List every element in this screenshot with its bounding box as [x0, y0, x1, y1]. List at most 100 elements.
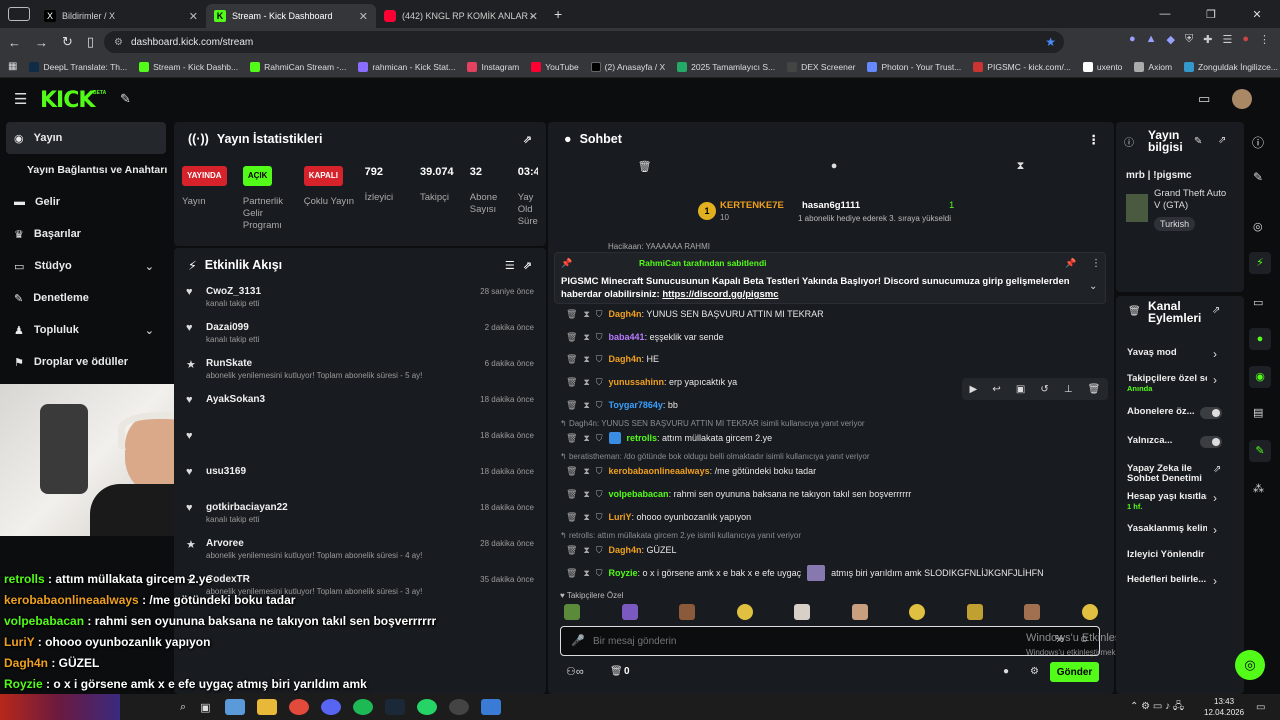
lightning-icon[interactable]: ⚡: [1249, 252, 1271, 274]
chat-message[interactable]: 🗑 ⧗ ⛉ LuriY: ohooo oyunbozanlık yapıyon: [566, 508, 751, 526]
chat-message[interactable]: 🗑 ⧗ ⛉ Dagh4n: HE: [566, 350, 659, 368]
emote-icon[interactable]: [564, 604, 580, 620]
bookmark-item[interactable]: DEX Screener: [787, 61, 855, 72]
emote-icon[interactable]: [736, 604, 753, 620]
chat-message-input[interactable]: [593, 632, 1013, 650]
hourglass-icon[interactable]: ⧗: [583, 466, 589, 477]
trash-icon[interactable]: 🗑: [566, 400, 577, 411]
trash-icon[interactable]: 🗑: [566, 545, 577, 556]
chat-message[interactable]: 🗑 ⧗ ⛉ volpebabacan: rahmi sen oyununa baksa…: [566, 485, 911, 503]
taskbar-widget[interactable]: [0, 694, 120, 720]
edit-icon[interactable]: ✎: [1253, 170, 1263, 184]
emote-icon[interactable]: [909, 604, 926, 620]
close-icon[interactable]: ✕: [529, 10, 538, 23]
channel-action-item[interactable]: İzleyici Yönlendir: [1127, 550, 1207, 560]
discord-icon[interactable]: [320, 699, 341, 715]
channel-action-item[interactable]: Yalnızca...: [1127, 436, 1207, 446]
chat-message[interactable]: 🗑 ⧗ ⛉ Toygar7864y: bb: [566, 396, 678, 414]
trash-icon[interactable]: 🗑: [566, 568, 577, 579]
channel-action-item[interactable]: Hedefleri belirle...: [1127, 575, 1207, 585]
trash-icon[interactable]: 🗑: [638, 160, 652, 173]
chat-message[interactable]: 🗑 ⧗ ⛉ Royzie: o x i görsene amk x e bak x e…: [566, 564, 1044, 582]
reload-icon[interactable]: ↻: [62, 34, 73, 50]
channel-action-item[interactable]: Yapay Zeka ile Sohbet Denetimi: [1127, 464, 1211, 484]
undo-icon[interactable]: ↺: [1040, 384, 1048, 395]
trash-icon[interactable]: 🗑: [566, 332, 577, 343]
browser-tab-x[interactable]: X Bildirimler / X ✕: [36, 4, 206, 28]
external-link-icon[interactable]: ⇗: [1213, 464, 1221, 475]
chevron-right-icon[interactable]: ›: [1213, 491, 1217, 505]
trash-icon[interactable]: 🗑: [566, 512, 577, 523]
shield-icon[interactable]: ⛉: [596, 433, 603, 444]
settings-gear-icon[interactable]: ⚙: [1030, 666, 1039, 677]
help-fab[interactable]: ◎: [1235, 650, 1265, 680]
folder-icon[interactable]: [256, 699, 277, 715]
app-icon[interactable]: [224, 699, 245, 715]
target-icon[interactable]: ◎: [1253, 220, 1263, 233]
chevron-right-icon[interactable]: ›: [1213, 373, 1217, 387]
trash-icon[interactable]: 🗑: [1088, 384, 1101, 395]
chrome-icon[interactable]: [288, 699, 309, 715]
chevron-right-icon[interactable]: ›: [1213, 523, 1217, 537]
hourglass-icon[interactable]: ⧗: [583, 309, 589, 320]
chevron-down-icon[interactable]: ⌄: [1089, 281, 1097, 292]
shield-icon[interactable]: ⛉: [596, 332, 603, 343]
unpin-icon[interactable]: 📌: [1065, 258, 1076, 269]
close-window-icon[interactable]: ✕: [1234, 8, 1280, 21]
chat-bubble-icon[interactable]: ●: [831, 160, 838, 173]
sidebar-item-topluluk[interactable]: ♟ Topluluk ⌄: [0, 314, 172, 346]
tray-icons[interactable]: ⌃ ⚙ ▭ ♪ 🖧: [1130, 699, 1184, 716]
viewer-points-icon[interactable]: ⚇∞: [566, 665, 584, 678]
app-icon[interactable]: [480, 699, 501, 715]
obs-icon[interactable]: [448, 699, 469, 715]
bookmark-item[interactable]: YouTube: [531, 61, 579, 72]
more-icon[interactable]: ⋮: [1088, 132, 1101, 147]
restore-icon[interactable]: ❐: [1188, 8, 1234, 21]
menu-icon[interactable]: ☰: [1222, 33, 1232, 46]
trash-icon[interactable]: 🗑: [566, 354, 577, 365]
wallet-icon[interactable]: ▭: [1198, 91, 1210, 107]
toggle-switch[interactable]: [1200, 436, 1222, 448]
forward-icon[interactable]: →: [35, 35, 48, 50]
shield-icon[interactable]: ⛉: [596, 309, 603, 320]
chat-bubble-icon[interactable]: ●: [1003, 666, 1009, 677]
discord-link[interactable]: https://discord.gg/pigsmc: [662, 289, 778, 300]
hourglass-icon[interactable]: ⧗: [583, 433, 589, 444]
chat-message[interactable]: 🗑 ⧗ ⛉ yunussahinn: erp yapıcaktık ya: [566, 373, 737, 391]
chat-message[interactable]: 🗑 ⧗ ⛉ retrolls: attım müllakata gircem 2.ye: [566, 429, 772, 447]
shield-icon[interactable]: ⛉: [596, 489, 603, 500]
stack-icon[interactable]: ▤: [1253, 406, 1263, 419]
chat-message[interactable]: 🗑 ⧗ ⛉ baba441: eşşeklik var sende: [566, 328, 724, 346]
popout-icon[interactable]: ⇗: [523, 259, 532, 272]
shield-icon[interactable]: ⛉: [596, 354, 603, 365]
kick-logo[interactable]: KICK: [40, 88, 95, 113]
more-icon[interactable]: ⋮: [1091, 258, 1101, 269]
pin-icon[interactable]: ⊥: [1064, 384, 1073, 395]
browser-tab-kick[interactable]: K Stream - Kick Dashboard ✕: [206, 4, 376, 28]
url-field[interactable]: ⚙ dashboard.kick.com/stream ★: [104, 31, 1064, 53]
sidebar-item-yayin[interactable]: ◉ Yayın: [6, 122, 166, 154]
hourglass-icon[interactable]: ⧗: [583, 489, 589, 500]
microphone-icon[interactable]: 🎤: [571, 634, 585, 647]
channel-action-item[interactable]: Yasaklanmış kelimeler: [1127, 524, 1207, 534]
hourglass-icon[interactable]: ⧗: [583, 377, 589, 388]
emote-icon[interactable]: [794, 604, 811, 620]
shield-icon[interactable]: ⛉: [596, 400, 603, 411]
notification-icon[interactable]: ▭: [1256, 702, 1265, 713]
chevron-right-icon[interactable]: ›: [1213, 574, 1217, 588]
bookmark-item[interactable]: Axiom: [1134, 61, 1172, 72]
shield-icon[interactable]: ⛉: [596, 545, 603, 556]
emote-icon[interactable]: [1081, 604, 1098, 620]
extension-icon[interactable]: ◆: [1167, 33, 1175, 46]
copy-icon[interactable]: ▣: [1016, 384, 1025, 395]
extension-icon[interactable]: ●: [1129, 33, 1136, 46]
reply-icon[interactable]: ↩: [992, 384, 1000, 395]
apps-icon[interactable]: ⁂: [1253, 482, 1264, 495]
puzzle-icon[interactable]: ✚: [1203, 33, 1212, 46]
bookmark-item[interactable]: (2) Anasayfa / X: [590, 61, 665, 72]
bookmark-star-icon[interactable]: ★: [1045, 35, 1056, 49]
play-icon[interactable]: ▶: [970, 384, 978, 395]
emote-icon[interactable]: [851, 604, 868, 620]
shield-icon[interactable]: ⛉: [596, 466, 603, 477]
wrench-icon[interactable]: ✎: [1249, 440, 1271, 462]
